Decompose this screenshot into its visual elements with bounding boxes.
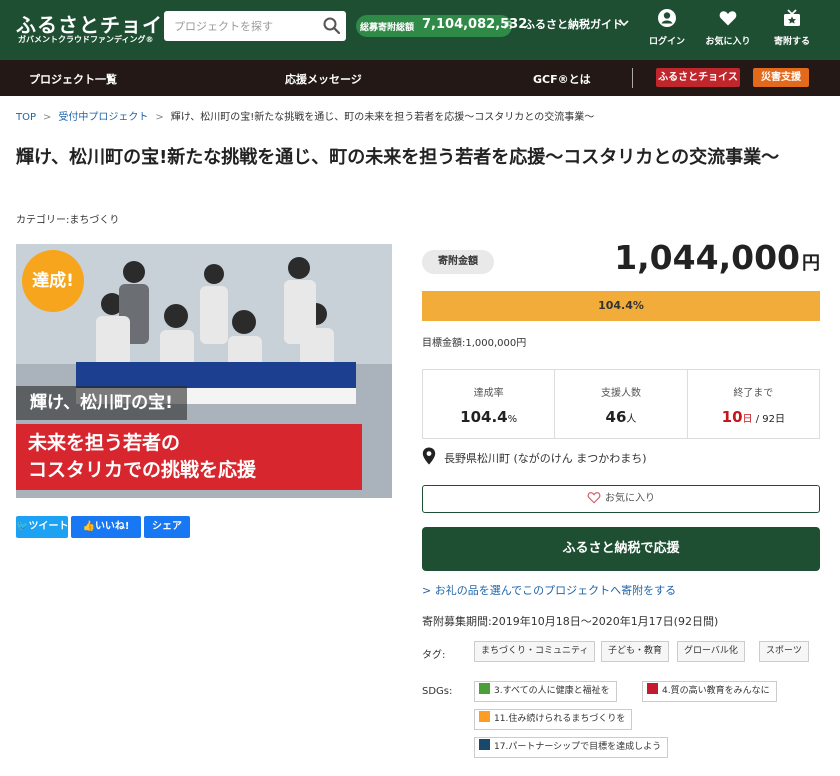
funding-stats: 達成率 104.4% 支援人数 46人 終了まで 10日 / 92日 <box>422 369 820 439</box>
stat-label: 終了まで <box>733 388 774 399</box>
supporters-value: 46 <box>605 408 627 426</box>
progress-bar-text: 104.4% <box>598 299 644 312</box>
sdg-label: 3.すべての人に健康と福祉を <box>494 686 610 696</box>
stat-achievement-rate: 達成率 104.4% <box>423 370 556 438</box>
disaster-support-button[interactable]: 災害支援 <box>753 68 809 87</box>
hero-caption-secondary: 未来を担う若者の コスタリカでの挑戦を応援 <box>16 424 362 490</box>
sdg-item-17[interactable]: 17.パートナーシップで目標を達成しよう <box>474 737 669 758</box>
sdg-item-4[interactable]: 4.質の高い教育をみんなに <box>642 681 777 702</box>
sdg-4-icon <box>647 683 658 694</box>
tag-item[interactable]: 子ども・教育 <box>601 641 670 662</box>
tweet-button[interactable]: 🐦ツイート <box>16 516 68 538</box>
chevron-down-icon[interactable] <box>618 17 630 29</box>
stat-remaining: 終了まで 10日 / 92日 <box>688 370 819 438</box>
stat-value: 10日 / 92日 <box>688 408 819 426</box>
donate-with-furusato-button[interactable]: ふるさと納税で応援 <box>422 527 820 571</box>
user-icon <box>658 9 676 27</box>
login-label: ログイン <box>648 37 685 47</box>
page-title: 輝け、松川町の宝!新たな挑戦を通じ、町の未来を担う若者を応援〜コスタリカとの交流… <box>16 147 780 168</box>
goal-amount: 目標金額:1,000,000円 <box>422 338 527 349</box>
project-hero-image: 達成! 輝け、松川町の宝! 未来を担う若者の コスタリカでの挑戦を応援 <box>16 244 392 498</box>
total-days: / 92日 <box>752 414 785 425</box>
donation-amount: 1,044,000 円 <box>614 238 820 277</box>
favorite-label: お気に入り <box>605 493 655 504</box>
tag-item[interactable]: まちづくり・コミュニティ <box>474 641 596 662</box>
stat-value: 46人 <box>555 408 686 426</box>
furusato-guide-menu[interactable]: ふるさと納税ガイド <box>524 16 623 32</box>
gift-box-icon <box>784 9 800 26</box>
search-icon[interactable] <box>322 16 342 36</box>
supporters-unit: 人 <box>626 414 637 425</box>
thumbs-up-icon: 👍 <box>82 521 95 532</box>
total-donations-label: 総募寄附総額 <box>360 23 415 33</box>
breadcrumb-separator: > <box>43 112 52 123</box>
sdgs-label: SDGs: <box>422 686 453 697</box>
sdg-11-icon <box>479 711 490 722</box>
sdg-label: 17.パートナーシップで目標を達成しよう <box>494 742 662 752</box>
sdg-17-icon <box>479 739 490 750</box>
favorites-label: お気に入り <box>705 37 751 47</box>
donation-amount-value: 1,044,000 <box>614 238 800 277</box>
achieved-badge: 達成! <box>22 250 84 312</box>
add-to-favorites-button[interactable]: お気に入り <box>422 485 820 513</box>
stat-value: 104.4% <box>423 408 554 426</box>
twitter-bird-icon: 🐦 <box>16 521 29 532</box>
site-logo-subtitle: ガバメントクラウドファンディング® <box>18 35 154 44</box>
donate-header-button[interactable]: 寄附する <box>762 8 822 54</box>
stat-label: 支援人数 <box>600 388 641 399</box>
heart-outline-icon <box>587 492 601 504</box>
sdg-item-11[interactable]: 11.住み続けられるまちづくりを <box>474 709 633 730</box>
remaining-days-value: 10 <box>721 408 743 426</box>
breadcrumb-separator: > <box>155 112 164 123</box>
favorites-button[interactable]: お気に入り <box>698 8 758 54</box>
breadcrumb-accepting-projects[interactable]: 受付中プロジェクト <box>58 112 148 123</box>
project-category[interactable]: カテゴリー:まちづくり <box>16 211 119 226</box>
sdg-label: 11.住み続けられるまちづくりを <box>494 714 626 724</box>
tag-item[interactable]: グローバル化 <box>677 641 745 662</box>
donate-header-label: 寄附する <box>773 37 810 47</box>
heart-icon <box>719 11 737 26</box>
progress-bar: 104.4% <box>422 291 820 321</box>
achievement-rate-value: 104.4 <box>460 408 508 426</box>
stat-label: 達成率 <box>473 388 504 399</box>
achievement-rate-unit: % <box>507 414 518 425</box>
tags-label: タグ: <box>422 650 446 661</box>
donation-amount-label: 寄附金額 <box>422 250 494 274</box>
nav-project-list[interactable]: プロジェクト一覧 <box>29 71 117 87</box>
nav-about-gcf[interactable]: GCF®とは <box>533 71 591 87</box>
remaining-days-unit: 日 <box>742 414 753 425</box>
stat-supporters: 支援人数 46人 <box>555 370 688 438</box>
tweet-label: ツイート <box>28 521 69 532</box>
total-donations-unit: 円 <box>504 21 512 30</box>
donation-period: 寄附募集期間:2019年10月18日〜2020年1月17日(92日間) <box>422 615 719 628</box>
sdg-3-icon <box>479 683 490 694</box>
main-nav: プロジェクト一覧 応援メッセージ GCF®とは ふるさとチョイス 災害支援 <box>0 60 840 96</box>
furusato-choice-button[interactable]: ふるさとチョイス <box>656 68 740 87</box>
search-input[interactable] <box>164 11 314 41</box>
breadcrumb-current: 輝け、松川町の宝!新たな挑戦を通じ、町の未来を担う若者を応援〜コスタリカとの交流… <box>170 112 595 123</box>
map-pin-icon <box>422 447 436 465</box>
login-button[interactable]: ログイン <box>637 8 697 54</box>
tag-item[interactable]: スポーツ <box>759 641 809 662</box>
sdg-label: 4.質の高い教育をみんなに <box>662 686 770 696</box>
nav-divider <box>632 68 633 88</box>
facebook-share-button[interactable]: シェア <box>144 516 190 538</box>
breadcrumb-top[interactable]: TOP <box>16 112 36 123</box>
choose-gift-link[interactable]: > お礼の品を選んでこのプロジェクトへ寄附をする <box>422 582 676 598</box>
like-label: いいね! <box>94 521 130 532</box>
site-header: ふるさとチョイス ガバメントクラウドファンディング® 総募寄附総額 7,104,… <box>0 0 840 60</box>
nav-support-messages[interactable]: 応援メッセージ <box>285 71 362 87</box>
location-text[interactable]: 長野県松川町 (ながのけん まつかわまち) <box>444 450 647 466</box>
donation-amount-unit: 円 <box>802 253 820 274</box>
breadcrumb: TOP > 受付中プロジェクト > 輝け、松川町の宝!新たな挑戦を通じ、町の未来を担う若… <box>16 108 594 123</box>
sdg-item-3[interactable]: 3.すべての人に健康と福祉を <box>474 681 617 702</box>
facebook-like-button[interactable]: 👍いいね! <box>71 516 141 538</box>
search-box <box>164 11 346 41</box>
hero-caption-primary: 輝け、松川町の宝! <box>16 386 187 420</box>
total-donations-badge: 総募寄附総額 7,104,082,532 円 <box>356 15 527 37</box>
